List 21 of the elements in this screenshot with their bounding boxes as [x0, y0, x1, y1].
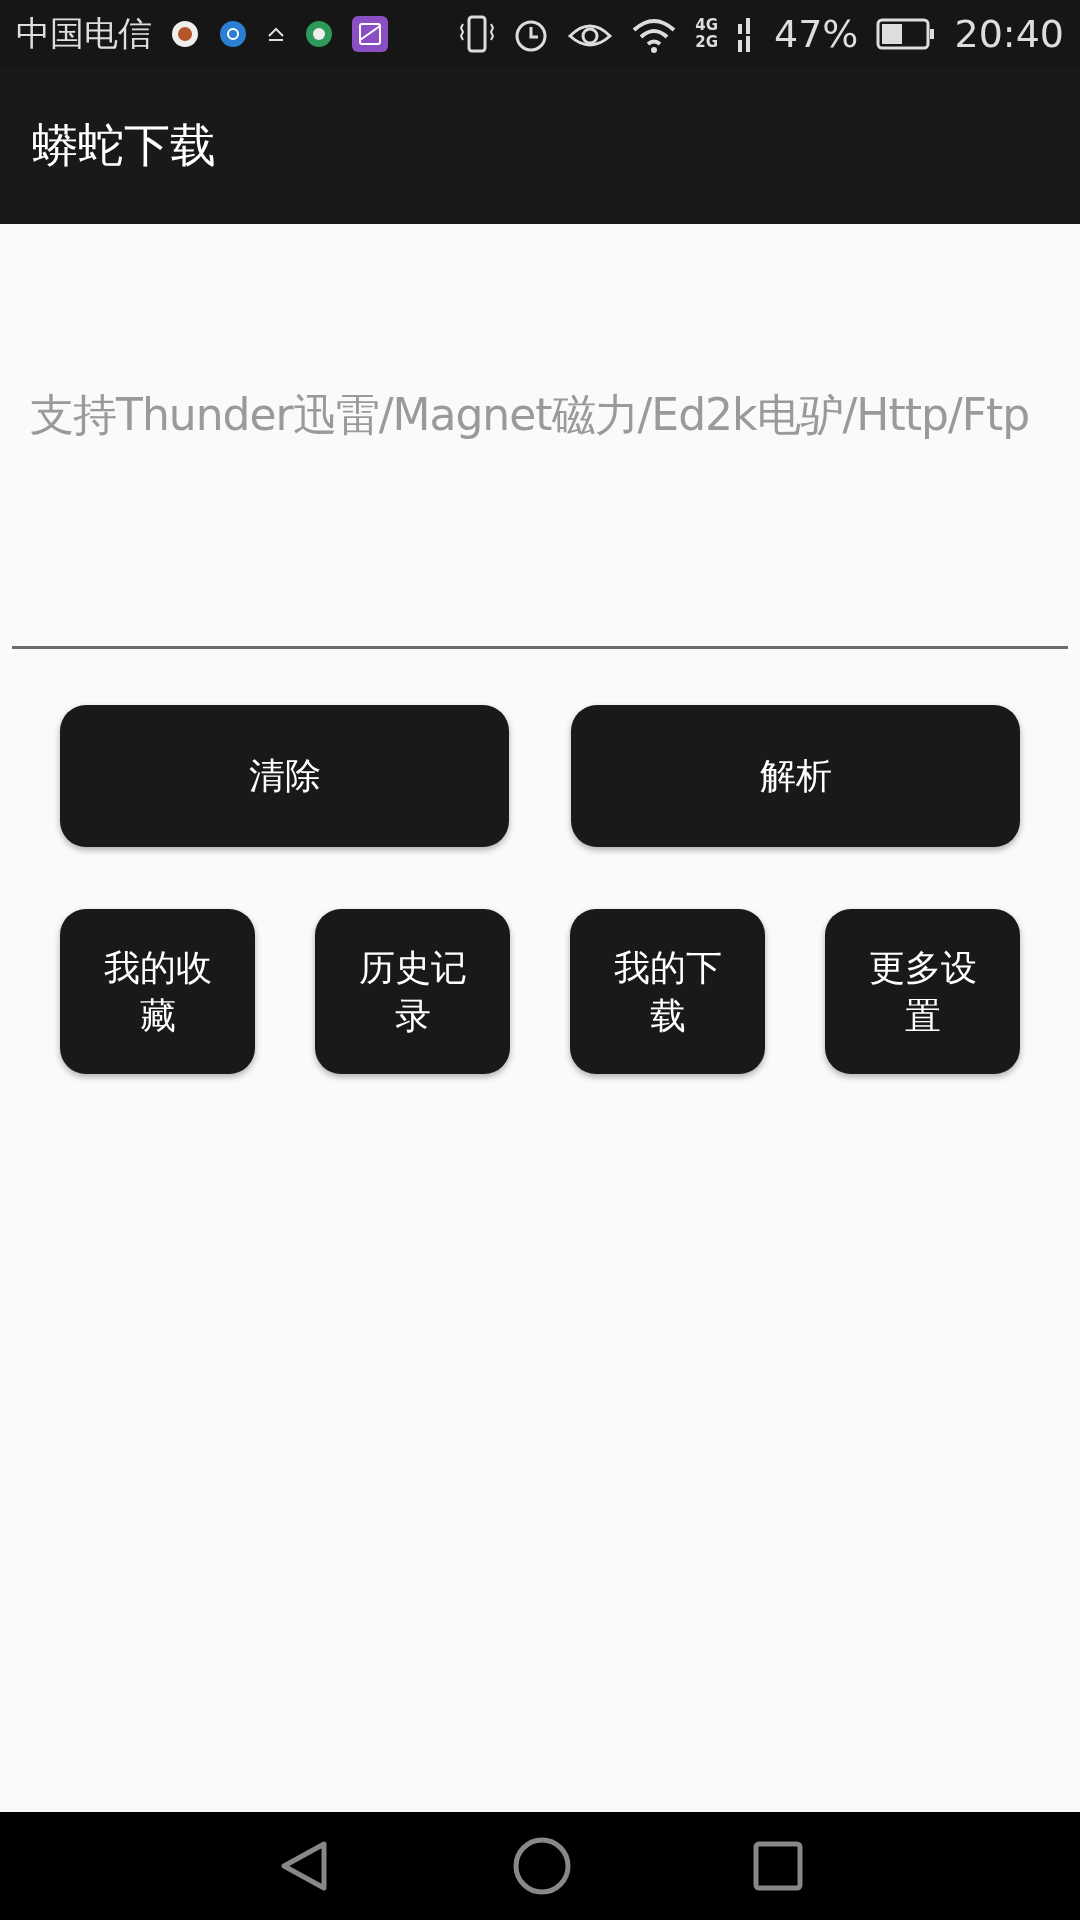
menu-button[interactable]: 我的收藏	[60, 909, 255, 1074]
menu-button[interactable]: 我的下载	[570, 909, 765, 1074]
recents-button[interactable]	[752, 1840, 804, 1892]
home-button[interactable]	[512, 1836, 572, 1896]
app-notification-icon	[170, 18, 200, 49]
carrier-name: 中国电信	[16, 11, 152, 55]
menu-button[interactable]: 历史记录	[315, 909, 510, 1074]
vibrate-icon	[459, 13, 496, 54]
gallery-icon	[352, 15, 388, 52]
clock: 20:40	[954, 11, 1064, 56]
app-title: 蟒蛇下载	[32, 116, 216, 174]
network-type: 4G	[695, 16, 718, 34]
menu-button[interactable]: 更多设置	[825, 909, 1020, 1074]
app-notification-icon	[304, 18, 334, 49]
action-button[interactable]: 清除	[60, 705, 509, 847]
link-input-field[interactable]: 支持Thunder迅雷/Magnet磁力/Ed2k电驴/Http/Ftp	[12, 384, 1068, 649]
action-button[interactable]: 解析	[571, 705, 1020, 847]
battery-percentage: 47%	[774, 11, 859, 56]
battery-icon	[876, 16, 937, 51]
network-type: 2G	[695, 33, 718, 51]
app-notification-icon	[218, 18, 248, 49]
